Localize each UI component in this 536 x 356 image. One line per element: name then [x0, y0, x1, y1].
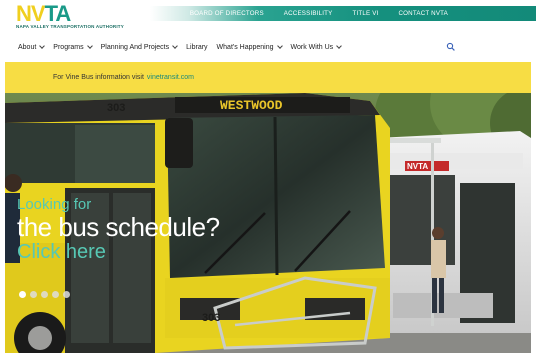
vinetransit-link[interactable]: vinetransit.com: [147, 74, 194, 81]
chevron-down-icon: [172, 43, 178, 49]
vine-notice-bar: For Vine Bus information visit vinetrans…: [5, 62, 531, 93]
notice-text: For Vine Bus information visit: [53, 74, 144, 81]
hero-line-1: Looking for: [17, 196, 92, 213]
chevron-down-icon: [39, 43, 46, 49]
hero-slider[interactable]: WESTWOOD 303 303 NVTA Looking for the bu…: [5, 93, 531, 353]
search-icon[interactable]: [446, 42, 456, 52]
slider-dot-4[interactable]: [52, 291, 59, 298]
slider-dot-5[interactable]: [63, 291, 70, 298]
page: NVTA NAPA VALLEY TRANSPORTATION AUTHORIT…: [0, 0, 536, 356]
bus-side-number: 303: [107, 102, 125, 114]
nav-planning-projects[interactable]: Planning And Projects: [101, 43, 178, 51]
chevron-down-icon: [86, 43, 93, 49]
chevron-down-icon: [336, 43, 343, 49]
nav-whats-happening[interactable]: What's Happening: [217, 43, 283, 51]
nav-work-with-us[interactable]: Work With Us: [291, 43, 343, 51]
hero-click-here[interactable]: Click here: [17, 241, 220, 263]
chevron-down-icon: [276, 43, 283, 49]
hero-cta[interactable]: Looking for the bus schedule? Click here: [17, 196, 220, 263]
nav-library[interactable]: Library: [186, 44, 207, 51]
slider-dot-3[interactable]: [41, 291, 48, 298]
top-links: BOARD OF DIRECTORS ACCESSIBILITY TITLE V…: [190, 6, 448, 21]
nav-about[interactable]: About: [18, 43, 46, 51]
top-link-contact[interactable]: CONTACT NVTA: [399, 10, 449, 17]
top-link-board[interactable]: BOARD OF DIRECTORS: [190, 10, 264, 17]
bus-front-number: 303: [202, 312, 220, 324]
bus2-label: NVTA: [407, 162, 428, 171]
nvta-logo[interactable]: NVTA NAPA VALLEY TRANSPORTATION AUTHORIT…: [16, 1, 124, 31]
top-link-title-vi[interactable]: TITLE VI: [352, 10, 378, 17]
logo-wordmark: NVTA: [16, 1, 71, 26]
nav-programs[interactable]: Programs: [53, 43, 93, 51]
hero-line-2: the bus schedule?: [17, 212, 220, 242]
logo-subtitle: NAPA VALLEY TRANSPORTATION AUTHORITY: [16, 24, 124, 29]
slider-dots: [19, 291, 70, 298]
slider-dot-1[interactable]: [19, 291, 26, 298]
top-bar: NVTA NAPA VALLEY TRANSPORTATION AUTHORIT…: [0, 0, 536, 30]
slider-dot-2[interactable]: [30, 291, 37, 298]
bus-destination-sign: WESTWOOD: [220, 98, 283, 113]
top-link-accessibility[interactable]: ACCESSIBILITY: [284, 10, 333, 17]
